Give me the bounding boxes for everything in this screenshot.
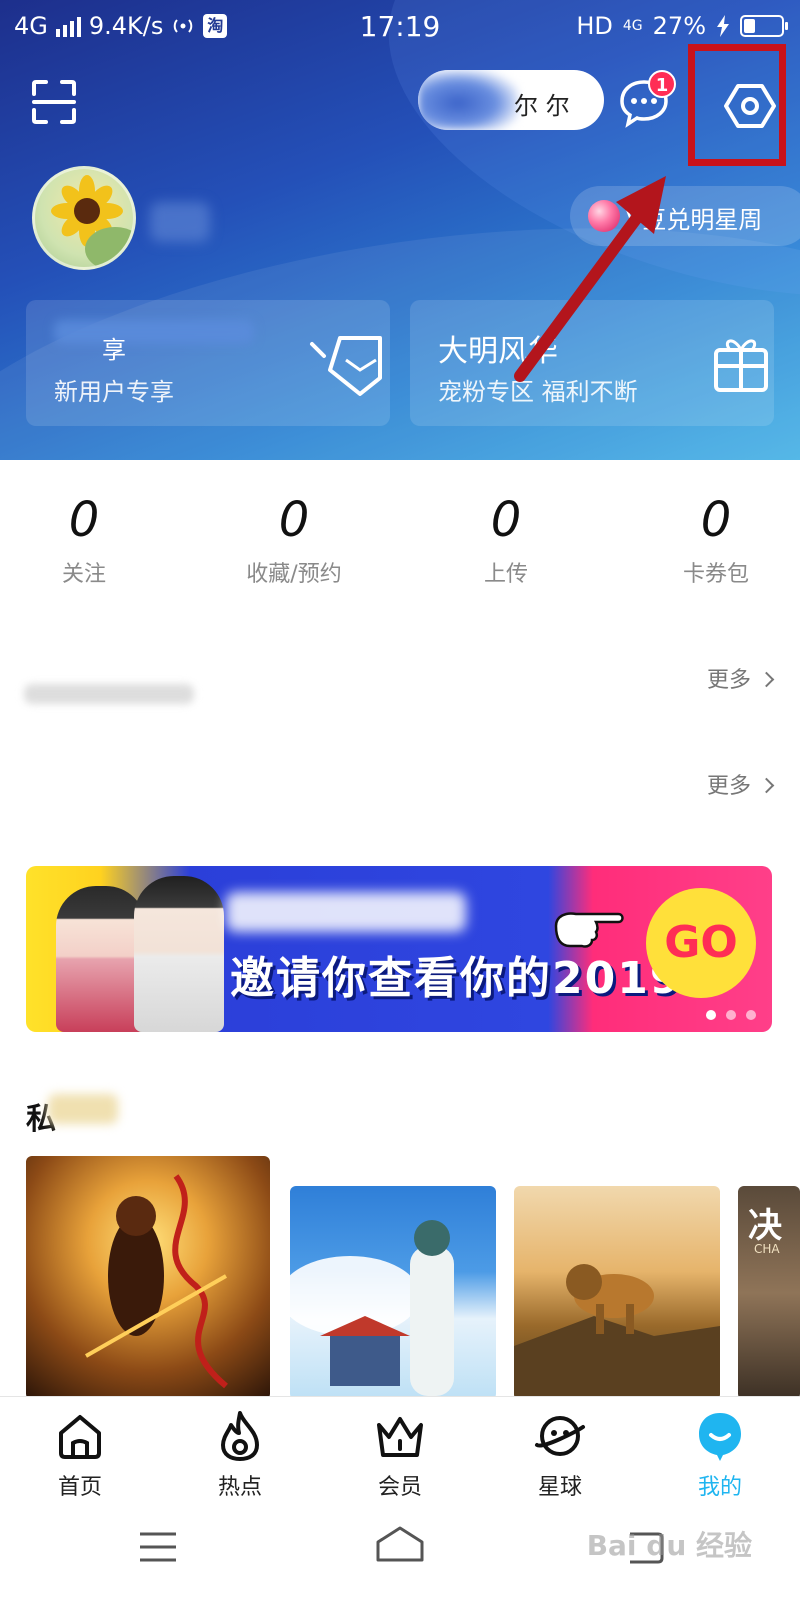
more-link-history[interactable]: 更多 [706,662,775,694]
hd-indicator: HD [576,12,613,40]
stat-value: 0 [278,492,310,548]
bottom-tab-bar: 首页 热点 会员 星球 我的 [0,1396,800,1500]
stat-label: 卡券包 [682,562,749,587]
username-blurred [150,202,210,242]
tab-mine[interactable]: 我的 [660,1409,780,1501]
stat-value: 0 [700,492,732,548]
message-badge: 1 [648,70,676,98]
menu-icon[interactable] [138,1530,178,1564]
battery-percent: 27% [652,12,706,40]
banner-actress-figure [56,886,146,1032]
sunflower-avatar-image [51,175,133,267]
scan-icon[interactable] [30,78,78,126]
poster-subtitle: CHA [754,1242,780,1256]
tab-label: 我的 [697,1475,742,1500]
stat-label: 收藏/预约 [246,562,342,587]
stat-following[interactable]: 0 关注 [4,490,164,588]
stat-value: 0 [68,492,100,548]
stat-label: 上传 [483,562,528,587]
chevron-right-icon [758,671,775,688]
chevron-right-icon [758,777,775,794]
carousel-dot [726,1010,736,1020]
tab-label: 星球 [537,1475,582,1500]
gem-icon [310,336,382,396]
poster-card[interactable] [26,1156,270,1400]
gift-icon [714,339,768,392]
annotation-arrow-icon [514,176,666,382]
flame-icon [221,1411,259,1461]
profile-header: 4G 9.4K/s 淘 17:19 HD 4G 27% 尔 尔 1 V豆兑明星周… [0,0,800,460]
status-bar: 4G 9.4K/s 淘 17:19 HD 4G 27% [0,0,800,52]
vip-pill-text: 尔 尔 [514,92,570,120]
tab-label: 热点 [217,1475,262,1500]
blurred-region [226,892,466,932]
vip-pill[interactable]: 尔 尔 [418,70,604,130]
tab-planet[interactable]: 星球 [500,1409,620,1501]
tab-label: 首页 [57,1475,102,1500]
carousel-dot [746,1010,756,1020]
blurred-region [418,70,518,130]
poster-card[interactable] [290,1186,496,1400]
poster-image [290,1220,454,1396]
blurred-region [150,202,210,242]
crown-icon [377,1417,423,1457]
card-title: 享 [102,336,126,364]
stat-favorites[interactable]: 0 收藏/预约 [214,490,374,588]
annotation-highlight-box [688,44,786,166]
poster-title: 决 [748,1206,782,1246]
charging-icon [717,15,729,37]
profile-bubble-icon [699,1413,741,1461]
card-subtitle: 新用户专享 [54,378,174,406]
stat-uploads[interactable]: 0 上传 [426,490,586,588]
blurred-region [54,320,254,344]
stat-label: 关注 [61,562,106,587]
banner-actor-figure [134,876,224,1032]
status-right: HD 4G 27% [576,12,788,40]
blurred-region [48,1094,118,1124]
home-nav-icon[interactable] [374,1524,426,1564]
tab-label: 会员 [377,1475,422,1500]
tab-hot[interactable]: 热点 [180,1409,300,1501]
stat-coupons[interactable]: 0 卡券包 [636,490,796,588]
poster-card[interactable]: 决 CHA [738,1186,800,1400]
planet-icon [535,1416,585,1456]
home-icon [59,1415,101,1459]
stats-row: 0 关注 0 收藏/预约 0 上传 0 卡券包 [0,490,800,600]
more-link-2[interactable]: 更多 [706,768,775,800]
carousel-dots [706,1010,756,1020]
tab-home[interactable]: 首页 [20,1409,140,1501]
tab-vip[interactable]: 会员 [340,1409,460,1501]
blurred-section-title [24,684,194,704]
stat-value: 0 [490,492,522,548]
poster-image [514,1264,720,1400]
poster-card[interactable] [514,1186,720,1400]
carousel-dot [706,1010,716,1020]
banner-go-button[interactable]: GO [646,888,756,998]
battery-icon [740,15,788,37]
banner-title: 邀请你查看你的2019 [230,953,683,1004]
promo-banner[interactable]: 邀请你查看你的2019 GO [26,866,772,1032]
poster-image [85,1174,228,1389]
recommend-section-title: 私 [26,1094,118,1138]
avatar[interactable] [32,166,136,270]
new-user-card[interactable]: 享 新用户专享 [26,300,390,426]
watermark-text: Bai du 经验 [586,1529,752,1562]
more-label: 更多 [706,668,751,693]
more-label: 更多 [706,774,751,799]
pointing-hand-icon [554,912,624,948]
network-small: 4G [622,18,643,34]
